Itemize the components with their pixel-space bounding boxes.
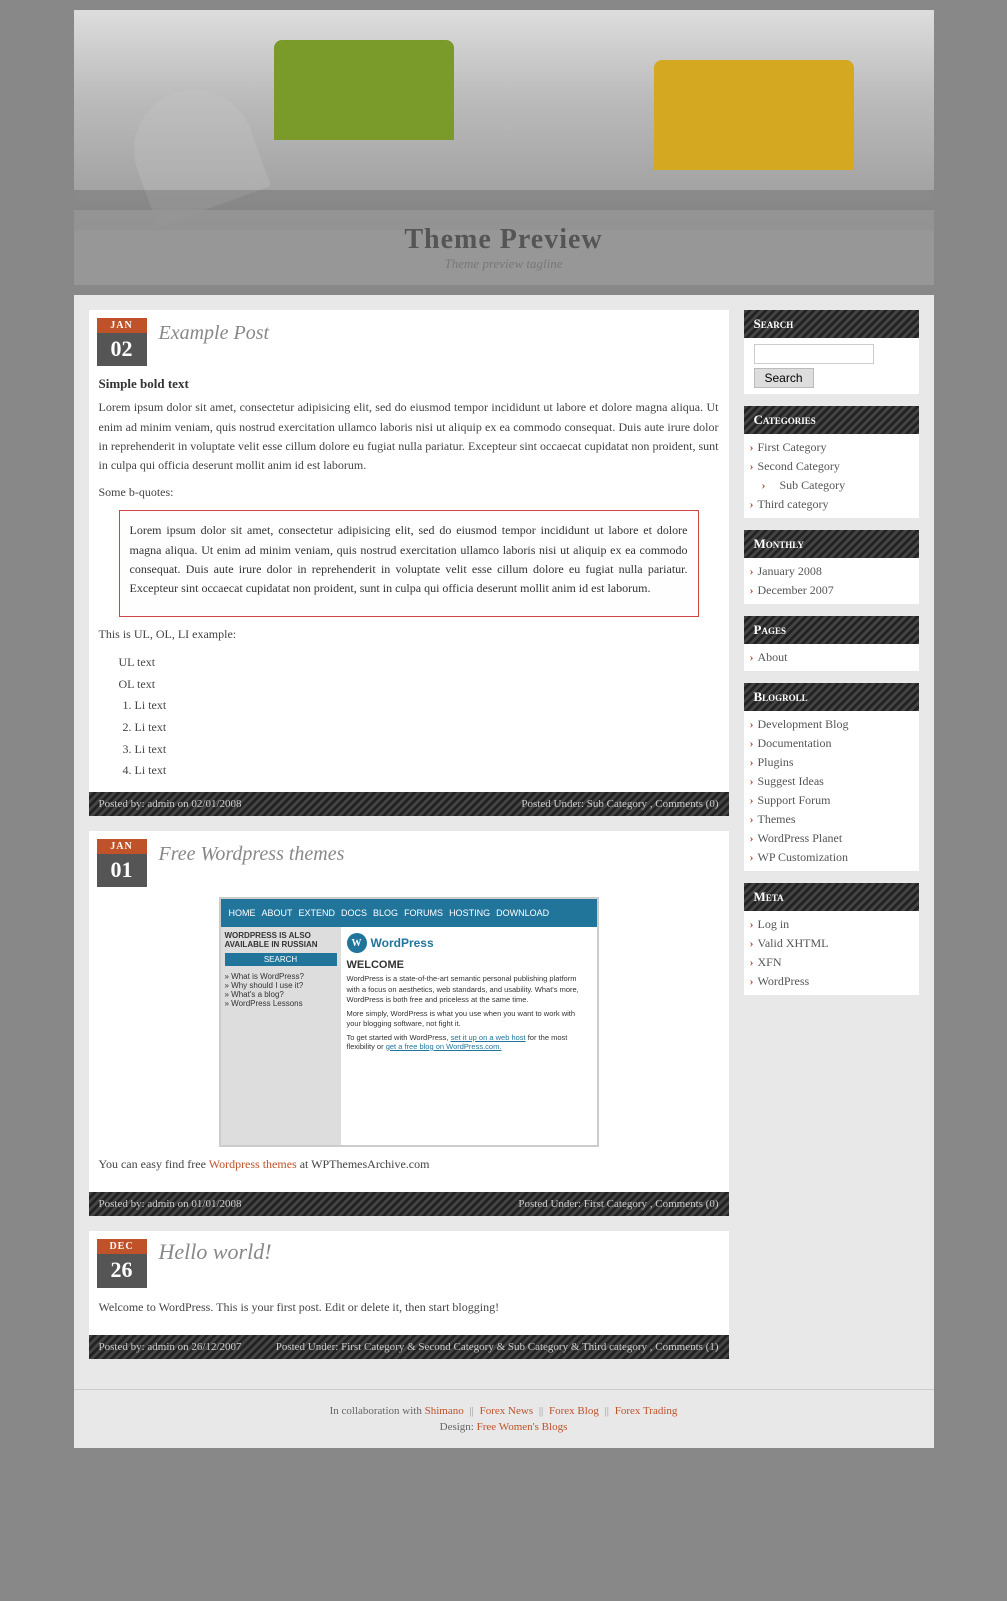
meta-item-1[interactable]: Log in <box>750 915 913 934</box>
post-title-3[interactable]: Hello world! <box>159 1239 272 1265</box>
blogroll-item-3[interactable]: Plugins <box>750 753 913 772</box>
sidebar-meta-title: Meta <box>744 883 919 911</box>
category-item-4[interactable]: Third category <box>750 495 913 514</box>
sidebar-monthly-title: Monthly <box>744 530 919 558</box>
pages-list: About <box>744 644 919 671</box>
post-footer-2: Posted by: admin on 01/01/2008 Posted Un… <box>89 1192 729 1216</box>
date-box-2: JAN 01 <box>97 839 147 887</box>
post-meta-left-2: Posted by: admin on 01/01/2008 <box>99 1198 242 1210</box>
site-header: Theme Preview Theme preview tagline <box>74 10 934 285</box>
post-text-3: Welcome to WordPress. This is your first… <box>99 1298 719 1317</box>
sidebar-blogroll-title: Blogroll <box>744 683 919 711</box>
shimano-link[interactable]: Shimano <box>425 1405 464 1417</box>
forex-blog-link[interactable]: Forex Blog <box>549 1405 599 1417</box>
post-meta-right-3: Posted Under: First Category & Second Ca… <box>276 1341 719 1353</box>
blogroll-item-1[interactable]: Development Blog <box>750 715 913 734</box>
post-day-2: 01 <box>111 857 133 882</box>
forex-trading-link[interactable]: Forex Trading <box>615 1405 678 1417</box>
post-day-3: 26 <box>111 1257 133 1282</box>
blockquote-1: Lorem ipsum dolor sit amet, consectetur … <box>119 510 699 617</box>
ol-item-1: Li text <box>135 695 719 717</box>
monthly-item-1[interactable]: January 2008 <box>750 562 913 581</box>
header-text: Theme Preview Theme preview tagline <box>74 210 934 285</box>
footer-links: In collaboration with Shimano || Forex N… <box>84 1405 924 1417</box>
post-example: JAN 02 Example Post Simple bold text Lor… <box>89 310 729 816</box>
blogroll-item-8[interactable]: WP Customization <box>750 848 913 867</box>
post-text-1: Lorem ipsum dolor sit amet, consectetur … <box>99 398 719 475</box>
meta-item-4[interactable]: WordPress <box>750 972 913 991</box>
post-title-1[interactable]: Example Post <box>159 318 270 345</box>
search-input[interactable] <box>754 344 874 364</box>
post-wordpress: JAN 01 Free Wordpress themes HOME ABOUT <box>89 831 729 1217</box>
blogroll-item-4[interactable]: Suggest Ideas <box>750 772 913 791</box>
pages-item-1[interactable]: About <box>750 648 913 667</box>
sidebar-meta: Meta Log in Valid XHTML XFN WordPress <box>744 883 919 995</box>
post-meta-left-3: Posted by: admin on 26/12/2007 <box>99 1341 242 1353</box>
search-button[interactable]: Search <box>754 368 814 388</box>
wordpress-screenshot: HOME ABOUT EXTEND DOCS BLOG FORUMS HOSTI… <box>219 897 599 1147</box>
post-body-1: Simple bold text Lorem ipsum dolor sit a… <box>89 376 729 791</box>
design-link[interactable]: Free Women's Blogs <box>477 1421 568 1433</box>
monthly-item-2[interactable]: December 2007 <box>750 581 913 600</box>
ol-item-3: Li text <box>135 739 719 761</box>
meta-item-2[interactable]: Valid XHTML <box>750 934 913 953</box>
monthly-list: January 2008 December 2007 <box>744 558 919 604</box>
meta-item-3[interactable]: XFN <box>750 953 913 972</box>
categories-list: First Category Second Category Sub Categ… <box>744 434 919 518</box>
ul-ol-label: This is UL, OL, LI example: <box>99 625 719 644</box>
post-text-2: You can easy find free Wordpress themes … <box>99 1155 719 1174</box>
post-meta-right-1: Posted Under: Sub Category , Comments (0… <box>521 798 718 810</box>
site-title: Theme Preview <box>404 224 602 256</box>
site-tagline: Theme preview tagline <box>445 256 563 272</box>
category-item-2[interactable]: Second Category <box>750 457 913 476</box>
blogroll-item-2[interactable]: Documentation <box>750 734 913 753</box>
blogroll-list: Development Blog Documentation Plugins S… <box>744 711 919 871</box>
footer-design: Design: Free Women's Blogs <box>84 1421 924 1433</box>
sidebar-monthly: Monthly January 2008 December 2007 <box>744 530 919 604</box>
post-title-2[interactable]: Free Wordpress themes <box>159 839 345 866</box>
sidebar-categories: Categories First Category Second Categor… <box>744 406 919 518</box>
blogroll-item-6[interactable]: Themes <box>750 810 913 829</box>
sidebar-search: Search Search <box>744 310 919 394</box>
post-meta-left-1: Posted by: admin on 02/01/2008 <box>99 798 242 810</box>
post-footer-3: Posted by: admin on 26/12/2007 Posted Un… <box>89 1335 729 1359</box>
sidebar-categories-title: Categories <box>744 406 919 434</box>
site-footer: In collaboration with Shimano || Forex N… <box>74 1389 934 1448</box>
collab-text: In collaboration with <box>330 1405 422 1417</box>
category-item-3[interactable]: Sub Category <box>750 476 913 495</box>
sidebar-pages-title: Pages <box>744 616 919 644</box>
sidebar-search-title: Search <box>744 310 919 338</box>
date-box-3: DEC 26 <box>97 1239 147 1287</box>
header-image <box>74 10 934 230</box>
wordpress-themes-link[interactable]: Wordpress themes <box>209 1157 297 1171</box>
bquote-label: Some b-quotes: <box>99 483 719 502</box>
category-item-1[interactable]: First Category <box>750 438 913 457</box>
sidebar-pages: Pages About <box>744 616 919 671</box>
post-meta-right-2: Posted Under: First Category , Comments … <box>518 1198 718 1210</box>
ul-item-2: OL text <box>119 674 719 696</box>
ol-item-2: Li text <box>135 717 719 739</box>
ul-ol-example: UL text OL text Li text Li text Li text … <box>119 652 719 782</box>
post-hello: DEC 26 Hello world! Welcome to WordPress… <box>89 1231 729 1359</box>
post-day-1: 02 <box>111 336 133 361</box>
main-content: JAN 02 Example Post Simple bold text Lor… <box>89 310 729 1374</box>
blogroll-item-5[interactable]: Support Forum <box>750 791 913 810</box>
post-month-2: JAN <box>97 839 147 854</box>
sidebar: Search Search Categories First Category … <box>744 310 919 1374</box>
sidebar-blogroll: Blogroll Development Blog Documentation … <box>744 683 919 871</box>
blogroll-item-7[interactable]: WordPress Planet <box>750 829 913 848</box>
forex-news-link[interactable]: Forex News <box>480 1405 533 1417</box>
post-body-3: Welcome to WordPress. This is your first… <box>89 1298 729 1335</box>
post-footer-1: Posted by: admin on 02/01/2008 Posted Un… <box>89 792 729 816</box>
post-bold-text: Simple bold text <box>99 376 719 392</box>
ol-item-4: Li text <box>135 760 719 782</box>
meta-list: Log in Valid XHTML XFN WordPress <box>744 911 919 995</box>
ul-item-1: UL text <box>119 652 719 674</box>
post-body-2: HOME ABOUT EXTEND DOCS BLOG FORUMS HOSTI… <box>89 897 729 1192</box>
date-box-1: JAN 02 <box>97 318 147 366</box>
post-month-3: DEC <box>97 1239 147 1254</box>
post-month-1: JAN <box>97 318 147 333</box>
